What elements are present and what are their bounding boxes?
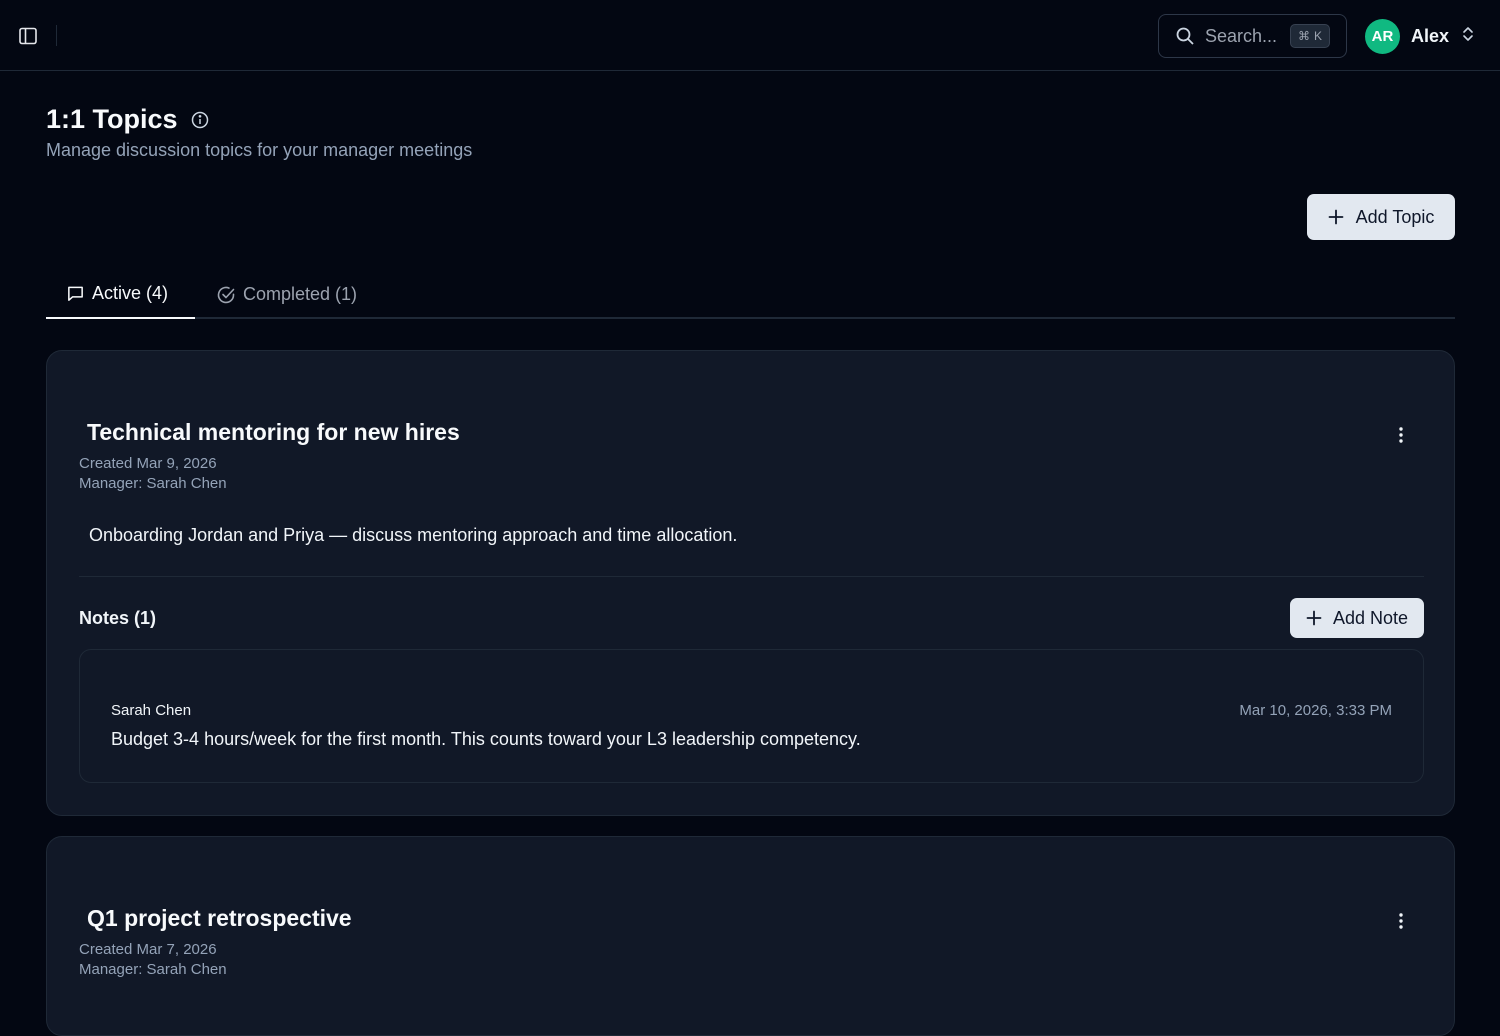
top-bar: Search... ⌘ K AR Alex <box>0 0 1500 71</box>
add-topic-label: Add Topic <box>1355 206 1435 227</box>
search-shortcut-badge: ⌘ K <box>1289 24 1330 48</box>
user-menu[interactable]: AR Alex <box>1365 18 1474 54</box>
more-vertical-icon[interactable] <box>1389 909 1413 933</box>
more-vertical-icon[interactable] <box>1389 423 1413 447</box>
topic-manager: Manager: Sarah Chen <box>79 475 227 492</box>
card-divider <box>79 576 1424 577</box>
plus-icon <box>1328 209 1344 225</box>
page-title-text: 1:1 Topics <box>46 104 178 134</box>
tab-completed[interactable]: Completed (1) <box>196 270 377 319</box>
search-input[interactable]: Search... ⌘ K <box>1158 14 1347 58</box>
avatar[interactable]: AR <box>1365 18 1400 54</box>
message-square-icon <box>66 284 85 303</box>
topic-manager: Manager: Sarah Chen <box>79 961 227 978</box>
user-name[interactable]: Alex <box>1411 26 1449 47</box>
search-placeholder: Search... <box>1205 25 1278 46</box>
note-timestamp: Mar 10, 2026, 3:33 PM <box>1239 702 1392 719</box>
page-subtitle: Manage discussion topics for your manage… <box>46 140 473 160</box>
command-key-icon: ⌘ <box>1297 29 1310 43</box>
topic-description: Onboarding Jordan and Priya — discuss me… <box>89 525 738 545</box>
add-note-button[interactable]: Add Note <box>1290 598 1424 638</box>
plus-icon <box>1306 610 1322 626</box>
info-icon[interactable] <box>190 110 210 130</box>
topic-title: Q1 project retrospective <box>87 905 352 931</box>
chevron-up-down-icon[interactable] <box>1462 25 1474 48</box>
topic-card: Technical mentoring for new hires Create… <box>46 350 1455 816</box>
topic-card: Q1 project retrospective Created Mar 7, … <box>46 836 1455 1036</box>
notes-heading: Notes (1) <box>79 608 157 628</box>
note-author: Sarah Chen <box>111 702 192 719</box>
note-body: Budget 3-4 hours/week for the first mont… <box>111 729 861 749</box>
search-icon <box>1175 26 1195 46</box>
tab-active-label: Active (4) <box>92 283 169 303</box>
check-circle-icon <box>216 285 236 305</box>
topic-title: Technical mentoring for new hires <box>87 419 460 445</box>
tab-active[interactable]: Active (4) <box>46 270 195 319</box>
topic-created-date: Created Mar 9, 2026 <box>79 455 217 472</box>
topbar-divider <box>56 25 57 46</box>
topic-tabs: Active (4) Completed (1) <box>46 270 1455 319</box>
sidebar-toggle-icon[interactable] <box>14 22 42 50</box>
tab-completed-label: Completed (1) <box>243 284 358 304</box>
note-item: Sarah Chen Mar 10, 2026, 3:33 PM Budget … <box>79 649 1424 783</box>
shortcut-key: K <box>1313 29 1322 43</box>
topic-created-date: Created Mar 7, 2026 <box>79 941 217 958</box>
add-note-label: Add Note <box>1332 607 1409 628</box>
add-topic-button[interactable]: Add Topic <box>1307 194 1455 240</box>
page-title: 1:1 Topics <box>46 104 210 135</box>
